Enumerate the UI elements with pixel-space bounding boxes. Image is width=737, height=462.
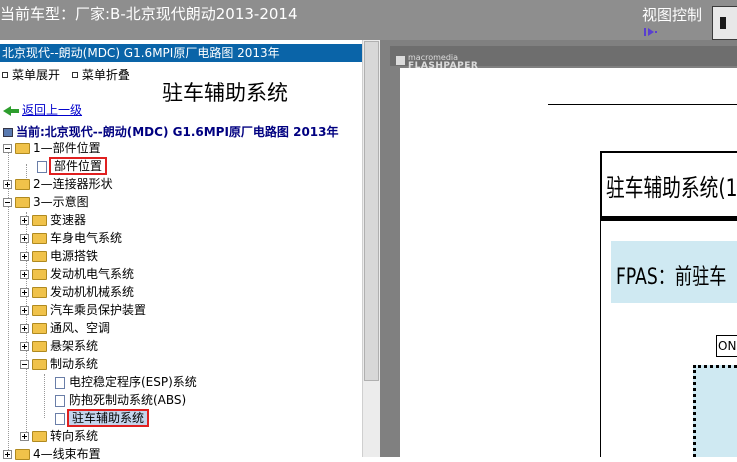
tree-node-label: 1—部件位置 [33, 141, 101, 155]
tree-node-label: 防抱死制动系统(ABS) [69, 393, 187, 407]
document-icon [55, 412, 65, 425]
folder-icon [32, 305, 47, 316]
tree-node-label: 电源搭铁 [50, 249, 99, 263]
expand-square-icon [2, 71, 8, 78]
collapse-icon[interactable] [3, 198, 12, 207]
page-title: 驻车辅助系统 [162, 81, 288, 105]
folder-icon [32, 341, 47, 352]
tree-node-label: 发动机电气系统 [50, 267, 135, 281]
expand-icon[interactable] [20, 270, 29, 279]
folder-icon [32, 287, 47, 298]
tree-node-connector-shape[interactable]: 2—连接器形状 [3, 176, 113, 192]
tree-node-body-electrical[interactable]: 车身电气系统 [20, 230, 122, 246]
back-arrow-tail [11, 108, 19, 113]
menu-controls: 菜单展开 菜单折叠 [0, 66, 130, 83]
tree-node-label: 通风、空调 [50, 321, 111, 335]
tree-node-label: 车身电气系统 [50, 231, 123, 245]
tree-node-transmission[interactable]: 变速器 [20, 212, 86, 228]
tree-node-steering[interactable]: 转向系统 [20, 428, 98, 444]
tree-node-engine-mechanical[interactable]: 发动机机械系统 [20, 284, 134, 300]
collapse-icon[interactable] [3, 144, 12, 153]
tree-node-label: 变速器 [50, 213, 87, 227]
back-link[interactable]: 返回上一级 [22, 103, 82, 117]
tree-node-label: 4—线束布置 [33, 447, 101, 461]
back-arrow-icon [3, 105, 11, 116]
tree-node-label: 转向系统 [50, 429, 99, 443]
expand-icon[interactable] [20, 252, 29, 261]
document-icon [37, 160, 47, 173]
back-row: 返回上一级 [3, 101, 82, 118]
tree-guide-line [44, 374, 45, 418]
tree-node-power-ground[interactable]: 电源搭铁 [20, 248, 98, 264]
tree-node-brake[interactable]: 制动系统 [20, 356, 98, 372]
viewer-toolbar: macromedia FLASHPAPER [390, 46, 737, 71]
tree-node-hvac[interactable]: 通风、空调 [20, 320, 110, 336]
document-icon [55, 376, 65, 389]
collapse-menu-button[interactable]: 菜单折叠 [82, 66, 130, 83]
folder-open-icon [15, 143, 30, 154]
folder-open-icon [32, 359, 47, 370]
tree-node-label: 3—示意图 [33, 195, 89, 209]
tree-node-part-location[interactable]: 1—部件位置 [3, 140, 101, 156]
folder-open-icon [15, 197, 30, 208]
tree-node-parking-assist[interactable]: 驻车辅助系统 [55, 409, 150, 427]
view-control-label[interactable]: 视图控制 [642, 4, 702, 25]
folder-icon [32, 251, 47, 262]
expand-icon[interactable] [20, 324, 29, 333]
expand-icon[interactable] [20, 342, 29, 351]
document-icon [55, 394, 65, 407]
tree-node-schematic[interactable]: 3—示意图 [3, 194, 89, 210]
view-control-icon[interactable] [644, 27, 660, 37]
on-label-box: ON [716, 335, 737, 357]
computer-icon [3, 128, 13, 137]
tree-node-label: 部件位置 [48, 157, 108, 175]
sidebar-header: 北京现代--朗动(MDC) G1.6MPI原厂电路图 2013年 [0, 44, 362, 62]
current-location: 当前:北京现代--朗动(MDC) G1.6MPI原厂电路图 2013年 [3, 123, 339, 140]
expand-icon[interactable] [20, 306, 29, 315]
fpas-text: FPAS：前驻车 [616, 265, 727, 290]
expand-icon[interactable] [3, 180, 12, 189]
tree-node-label-selected: 驻车辅助系统 [66, 409, 150, 427]
tree-node-harness-layout[interactable]: 4—线束布置 [3, 446, 101, 462]
tree-node-suspension[interactable]: 悬架系统 [20, 338, 98, 354]
tree-node-engine-electrical[interactable]: 发动机电气系统 [20, 266, 134, 282]
top-bar: 当前车型：厂家:B-北京现代朗动2013-2014 视图控制 [0, 0, 737, 40]
vehicle-title: 当前车型：厂家:B-北京现代朗动2013-2014 [0, 5, 298, 23]
collapse-icon[interactable] [20, 360, 29, 369]
expand-icon[interactable] [20, 216, 29, 225]
tree-node-label: 2—连接器形状 [33, 177, 113, 191]
tree-node-esp[interactable]: 电控稳定程序(ESP)系统 [55, 374, 197, 390]
sidebar-scrollbar[interactable] [362, 40, 380, 457]
current-location-text: 当前:北京现代--朗动(MDC) G1.6MPI原厂电路图 2013年 [16, 125, 339, 139]
expand-icon[interactable] [20, 234, 29, 243]
expand-menu-button[interactable]: 菜单展开 [12, 66, 60, 83]
tree-node-occupant-protection[interactable]: 汽车乘员保护装置 [20, 302, 146, 318]
tree-node-label: 制动系统 [50, 357, 99, 371]
scrollbar-thumb[interactable] [364, 41, 379, 381]
folder-icon [15, 449, 30, 460]
folder-icon [32, 233, 47, 244]
folder-icon [32, 431, 47, 442]
diagram-title: 驻车辅助系统(1) [606, 174, 737, 202]
folder-icon [32, 215, 47, 226]
folder-icon [32, 323, 47, 334]
folder-icon [32, 269, 47, 280]
expand-icon[interactable] [3, 450, 12, 459]
folder-icon [15, 179, 30, 190]
tree-node-part-location-doc[interactable]: 部件位置 [37, 157, 108, 175]
button-glyph-icon [720, 17, 726, 29]
tree-node-label: 悬架系统 [50, 339, 99, 353]
tree-node-abs[interactable]: 防抱死制动系统(ABS) [55, 392, 186, 408]
toolbar-button[interactable] [712, 6, 737, 40]
expand-icon[interactable] [20, 432, 29, 441]
collapse-square-icon [71, 71, 78, 78]
diagram-component-box [693, 365, 737, 457]
tree-node-label: 汽车乘员保护装置 [50, 303, 147, 317]
tree-node-label: 发动机机械系统 [50, 285, 135, 299]
flashpaper-logo-icon [396, 56, 405, 65]
tree-node-label: 电控稳定程序(ESP)系统 [69, 375, 197, 389]
expand-icon[interactable] [20, 288, 29, 297]
page-rule [548, 104, 737, 105]
